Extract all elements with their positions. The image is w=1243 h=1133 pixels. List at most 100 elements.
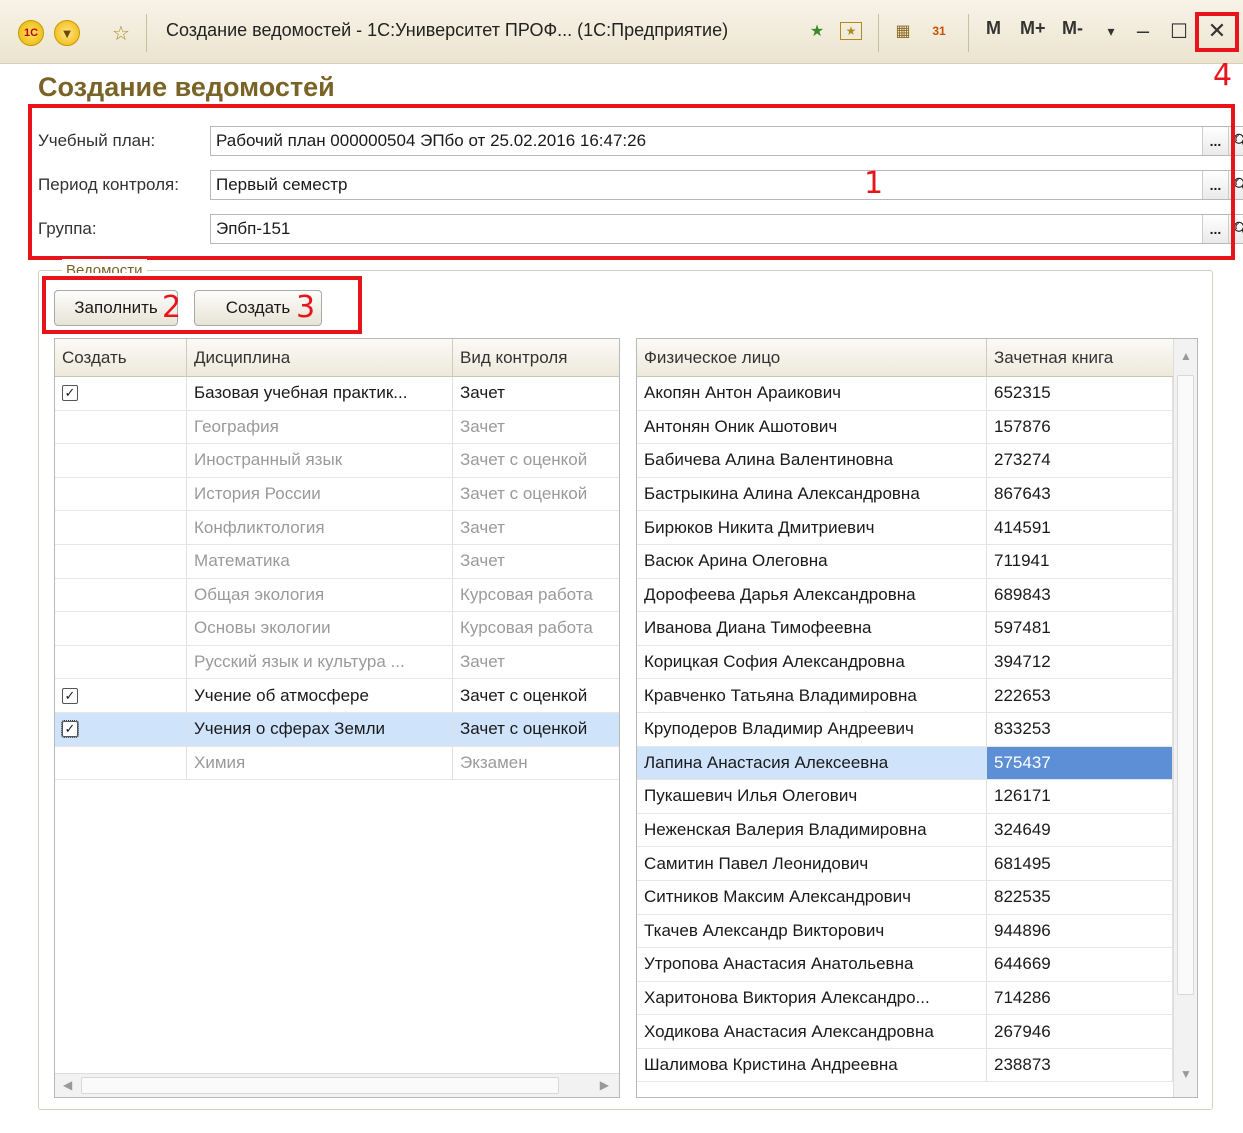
- table-row[interactable]: Бабичева Алина Валентиновна 273274: [637, 444, 1197, 478]
- checkbox-checked-icon[interactable]: ✓: [61, 720, 79, 739]
- person-cell[interactable]: Бастрыкина Алина Александровна: [637, 477, 987, 511]
- create-cell[interactable]: ✓: [55, 712, 187, 746]
- favorites-star-icon[interactable]: ☆: [108, 20, 134, 46]
- table-row[interactable]: ✓ Учения о сферах Земли Зачет с оценкой: [55, 712, 619, 747]
- discipline-cell[interactable]: История России: [187, 477, 453, 511]
- study-plan-field[interactable]: Рабочий план 000000504 ЭПбо от 25.02.201…: [210, 126, 1243, 156]
- table-row[interactable]: Бирюков Никита Дмитриевич 414591: [637, 511, 1197, 545]
- memory-m-minus-button[interactable]: M-: [1062, 18, 1083, 39]
- table-row[interactable]: Самитин Павел Леонидович 681495: [637, 847, 1197, 881]
- discipline-cell[interactable]: Учение об атмосфере: [187, 679, 453, 712]
- record-book-cell[interactable]: 597481: [987, 612, 1173, 645]
- person-cell[interactable]: Акопян Антон Араикович: [637, 377, 987, 410]
- person-cell[interactable]: Ткачев Александр Викторович: [637, 914, 987, 948]
- record-book-cell[interactable]: 652315: [987, 377, 1173, 410]
- control-cell[interactable]: Зачет: [453, 377, 619, 410]
- person-cell[interactable]: Круподеров Владимир Андреевич: [637, 712, 987, 746]
- record-book-cell[interactable]: 644669: [987, 948, 1173, 981]
- control-cell[interactable]: Зачет: [453, 511, 619, 544]
- person-cell[interactable]: Харитонова Виктория Александро...: [637, 981, 987, 1015]
- table-row[interactable]: Математика Зачет: [55, 544, 619, 579]
- record-book-cell[interactable]: 324649: [987, 813, 1173, 847]
- discipline-cell[interactable]: Основы экологии: [187, 612, 453, 645]
- table-row[interactable]: Основы экологии Курсовая работа: [55, 612, 619, 646]
- person-cell[interactable]: Васюк Арина Олеговна: [637, 544, 987, 578]
- main-menu-icon[interactable]: ▼: [54, 20, 80, 46]
- table-row[interactable]: Кравченко Татьяна Владимировна 222653: [637, 679, 1197, 713]
- record-book-cell[interactable]: 714286: [987, 981, 1173, 1015]
- person-cell[interactable]: Дорофеева Дарья Александровна: [637, 578, 987, 612]
- discipline-cell[interactable]: Базовая учебная практик...: [187, 377, 453, 410]
- record-book-cell[interactable]: 238873: [987, 1048, 1173, 1082]
- horizontal-scrollbar[interactable]: ◀ ▶: [55, 1073, 619, 1097]
- table-row[interactable]: Шалимова Кристина Андреевна 238873: [637, 1048, 1197, 1083]
- table-row[interactable]: ✓ Учение об атмосфере Зачет с оценкой: [55, 679, 619, 713]
- create-cell[interactable]: ✓: [55, 377, 187, 410]
- search-icon[interactable]: 🔍︎: [1228, 171, 1243, 199]
- control-cell[interactable]: Экзамен: [453, 747, 619, 780]
- record-book-cell[interactable]: 822535: [987, 880, 1173, 914]
- table-row[interactable]: Иностранный язык Зачет с оценкой: [55, 444, 619, 478]
- table-row[interactable]: Утропова Анастасия Анатольевна 644669: [637, 948, 1197, 982]
- calculator-icon[interactable]: ▦: [892, 20, 914, 42]
- create-cell[interactable]: [55, 645, 187, 679]
- control-cell[interactable]: Зачет: [453, 646, 619, 679]
- record-book-cell[interactable]: 157876: [987, 410, 1173, 444]
- person-cell[interactable]: Самитин Павел Леонидович: [637, 847, 987, 880]
- person-cell[interactable]: Бабичева Алина Валентиновна: [637, 444, 987, 477]
- memory-m-plus-button[interactable]: M+: [1020, 18, 1046, 39]
- table-row[interactable]: Антонян Оник Ашотович 157876: [637, 410, 1197, 445]
- person-cell[interactable]: Неженская Валерия Владимировна: [637, 813, 987, 847]
- column-header-person[interactable]: Физическое лицо: [637, 339, 987, 376]
- table-row[interactable]: География Зачет: [55, 410, 619, 445]
- record-book-cell[interactable]: 222653: [987, 679, 1173, 712]
- record-book-cell[interactable]: 689843: [987, 578, 1173, 612]
- record-book-cell[interactable]: 394712: [987, 645, 1173, 679]
- discipline-cell[interactable]: Конфликтология: [187, 511, 453, 544]
- record-book-cell[interactable]: 833253: [987, 712, 1173, 746]
- calendar-icon[interactable]: 31: [928, 20, 950, 42]
- record-book-cell[interactable]: 414591: [987, 511, 1173, 544]
- table-row[interactable]: Харитонова Виктория Александро... 714286: [637, 981, 1197, 1016]
- column-header-discipline[interactable]: Дисциплина: [187, 339, 453, 376]
- create-cell[interactable]: [55, 612, 187, 645]
- record-book-cell[interactable]: 273274: [987, 444, 1173, 477]
- fill-button[interactable]: Заполнить: [54, 290, 178, 326]
- control-cell[interactable]: Зачет с оценкой: [453, 478, 619, 511]
- record-book-cell[interactable]: 681495: [987, 847, 1173, 880]
- create-cell[interactable]: [55, 444, 187, 477]
- scroll-right-icon[interactable]: ▶: [600, 1078, 609, 1092]
- add-favorite-icon[interactable]: ★: [806, 20, 828, 42]
- table-row[interactable]: Ходикова Анастасия Александровна 267946: [637, 1015, 1197, 1049]
- minimize-icon[interactable]: –: [1126, 12, 1160, 50]
- person-cell[interactable]: Кравченко Татьяна Владимировна: [637, 679, 987, 712]
- control-cell[interactable]: Курсовая работа: [453, 579, 619, 612]
- control-cell[interactable]: Зачет: [453, 545, 619, 578]
- create-cell[interactable]: [55, 511, 187, 544]
- create-cell[interactable]: ✓: [55, 679, 187, 712]
- person-cell[interactable]: Пукашевич Илья Олегович: [637, 780, 987, 813]
- search-icon[interactable]: 🔍︎: [1228, 127, 1243, 155]
- memory-m-button[interactable]: M: [986, 18, 1001, 39]
- control-cell[interactable]: Зачет с оценкой: [453, 679, 619, 712]
- table-row[interactable]: Неженская Валерия Владимировна 324649: [637, 813, 1197, 848]
- scroll-down-icon[interactable]: ▼: [1180, 1067, 1192, 1081]
- record-book-cell[interactable]: 944896: [987, 914, 1173, 948]
- record-book-cell[interactable]: 575437: [987, 746, 1173, 780]
- table-row[interactable]: Бастрыкина Алина Александровна 867643: [637, 477, 1197, 512]
- table-row[interactable]: ✓ Базовая учебная практик... Зачет: [55, 377, 619, 411]
- table-row[interactable]: Круподеров Владимир Андреевич 833253: [637, 712, 1197, 747]
- control-cell[interactable]: Зачет: [453, 411, 619, 444]
- table-row[interactable]: Общая экология Курсовая работа: [55, 578, 619, 613]
- table-row[interactable]: Дорофеева Дарья Александровна 689843: [637, 578, 1197, 613]
- discipline-cell[interactable]: Общая экология: [187, 578, 453, 612]
- table-row[interactable]: Конфликтология Зачет: [55, 511, 619, 545]
- control-cell[interactable]: Зачет с оценкой: [453, 444, 619, 477]
- control-cell[interactable]: Курсовая работа: [453, 612, 619, 645]
- table-row[interactable]: Пукашевич Илья Олегович 126171: [637, 780, 1197, 814]
- column-header-control[interactable]: Вид контроля: [453, 339, 619, 376]
- table-row[interactable]: Лапина Анастасия Алексеевна 575437: [637, 746, 1197, 781]
- table-row[interactable]: Иванова Диана Тимофеевна 597481: [637, 612, 1197, 646]
- scroll-thumb[interactable]: [81, 1077, 559, 1094]
- group-field[interactable]: Эпбп-151 ... 🔍︎: [210, 214, 1243, 244]
